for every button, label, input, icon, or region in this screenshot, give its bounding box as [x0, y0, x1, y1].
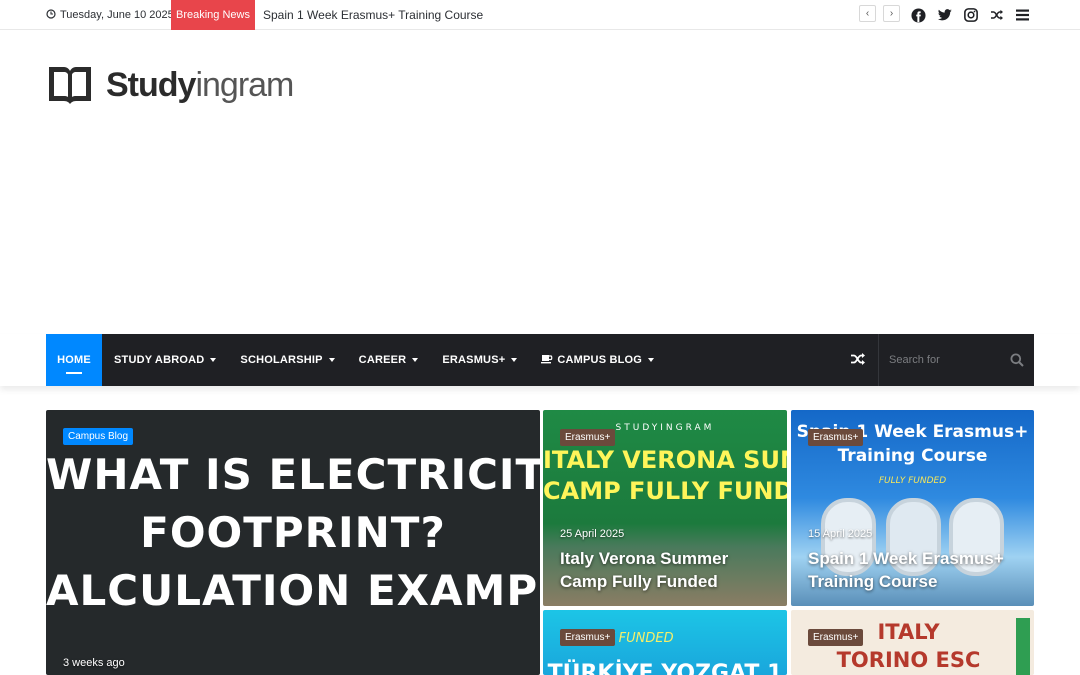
nav-item-campus-blog[interactable]: CAMPUS BLOG — [529, 334, 666, 386]
category-badge[interactable]: Erasmus+ — [560, 429, 616, 446]
nav-item-label: CAMPUS BLOG — [557, 354, 643, 366]
nav-item-study-abroad[interactable]: STUDY ABROAD — [102, 334, 228, 386]
featured-post-main[interactable]: Campus Blog WHAT IS ELECTRICITY FOOTPRIN… — [46, 410, 540, 675]
post-title[interactable]: Spain 1 Week Erasmus+ Training Course — [808, 547, 1023, 593]
logo-word-light: ingram — [195, 66, 294, 104]
breaking-news-ticker[interactable]: Spain 1 Week Erasmus+ Training Course — [263, 0, 483, 30]
chevron-down-icon — [328, 358, 335, 362]
twitter-icon[interactable] — [937, 8, 952, 23]
post-image-text: TÜRKİYE YOZGAT 1 — [547, 661, 783, 675]
logo-word-bold: Study — [106, 66, 196, 104]
chevron-down-icon — [210, 358, 217, 362]
logo-wordmark: Studyingram — [106, 66, 294, 104]
ticker-prev-button[interactable]: ‹ — [859, 5, 876, 22]
nav-item-label: STUDY ABROAD — [114, 354, 205, 366]
main-navigation: HOME STUDY ABROAD SCHOLARSHIP CAREER ERA… — [0, 334, 1080, 386]
nav-item-label: SCHOLARSHIP — [240, 354, 323, 366]
category-badge[interactable]: Erasmus+ — [808, 629, 864, 646]
category-badge[interactable]: Erasmus+ — [808, 429, 864, 446]
search-input[interactable] — [889, 354, 1007, 366]
social-links — [911, 0, 1030, 30]
nav-item-label: CAREER — [358, 354, 407, 366]
ticker-next-button[interactable]: › — [883, 5, 900, 22]
post-date: 25 April 2025 — [560, 528, 625, 540]
current-date: Tuesday, June 10 2025 — [46, 0, 174, 30]
site-logo[interactable]: Studyingram — [46, 62, 294, 108]
random-article-icon[interactable] — [989, 8, 1004, 23]
post-image-text: TORINO ESC — [836, 648, 981, 672]
post-image-text: ITALY VERONA SUMMER — [543, 446, 787, 474]
ticker-controls: ‹ › — [859, 5, 900, 22]
search-icon[interactable] — [1010, 353, 1024, 367]
post-image-text: Training Course — [837, 446, 988, 466]
post-image-text: FULLY FUNDED — [878, 476, 947, 486]
featured-post-card[interactable]: FULLY FUNDED TÜRKİYE YOZGAT 1 Erasmus+ — [543, 610, 787, 675]
category-badge[interactable]: Erasmus+ — [560, 629, 616, 646]
chevron-down-icon — [511, 358, 518, 362]
post-image-text: WHAT IS ELECTRICITY — [46, 450, 540, 499]
featured-post-card[interactable]: ITALY TORINO ESC Erasmus+ — [791, 610, 1034, 675]
facebook-icon[interactable] — [911, 7, 926, 23]
clock-icon — [46, 8, 56, 22]
nav-search — [878, 334, 1034, 386]
post-image-text: ALCULATION EXAMPLE — [46, 566, 540, 615]
nav-bar: HOME STUDY ABROAD SCHOLARSHIP CAREER ERA… — [46, 334, 1034, 386]
nav-item-scholarship[interactable]: SCHOLARSHIP — [228, 334, 346, 386]
post-date: 15 April 2025 — [808, 528, 873, 540]
nav-item-home[interactable]: HOME — [46, 334, 102, 386]
category-badge[interactable]: Campus Blog — [63, 428, 134, 445]
featured-post-card[interactable]: STUDYINGRAM ITALY VERONA SUMMER CAMP FUL… — [543, 410, 787, 606]
book-logo-icon — [46, 63, 94, 107]
post-image-text: CAMP FULLY FUNDED — [543, 477, 787, 505]
breaking-news-label: Breaking News — [171, 0, 255, 30]
coffee-icon — [541, 353, 553, 367]
nav-item-label: ERASMUS+ — [442, 354, 506, 366]
chevron-down-icon — [412, 358, 419, 362]
top-bar: Tuesday, June 10 2025 Breaking News Spai… — [0, 0, 1080, 30]
post-meta: 3 weeks ago — [63, 657, 125, 669]
nav-item-career[interactable]: CAREER — [347, 334, 431, 386]
post-title[interactable]: Italy Verona Summer Camp Fully Funded — [560, 547, 770, 593]
random-post-icon[interactable] — [850, 352, 866, 368]
nav-item-erasmus[interactable]: ERASMUS+ — [430, 334, 529, 386]
menu-icon[interactable] — [1015, 8, 1030, 23]
featured-post-card[interactable]: Spain 1 Week Erasmus+ Training Course FU… — [791, 410, 1034, 606]
instagram-icon[interactable] — [963, 8, 978, 23]
date-text: Tuesday, June 10 2025 — [60, 9, 174, 21]
post-image-text: FOOTPRINT? — [140, 508, 446, 557]
nav-item-label: HOME — [57, 354, 91, 366]
chevron-down-icon — [648, 358, 655, 362]
